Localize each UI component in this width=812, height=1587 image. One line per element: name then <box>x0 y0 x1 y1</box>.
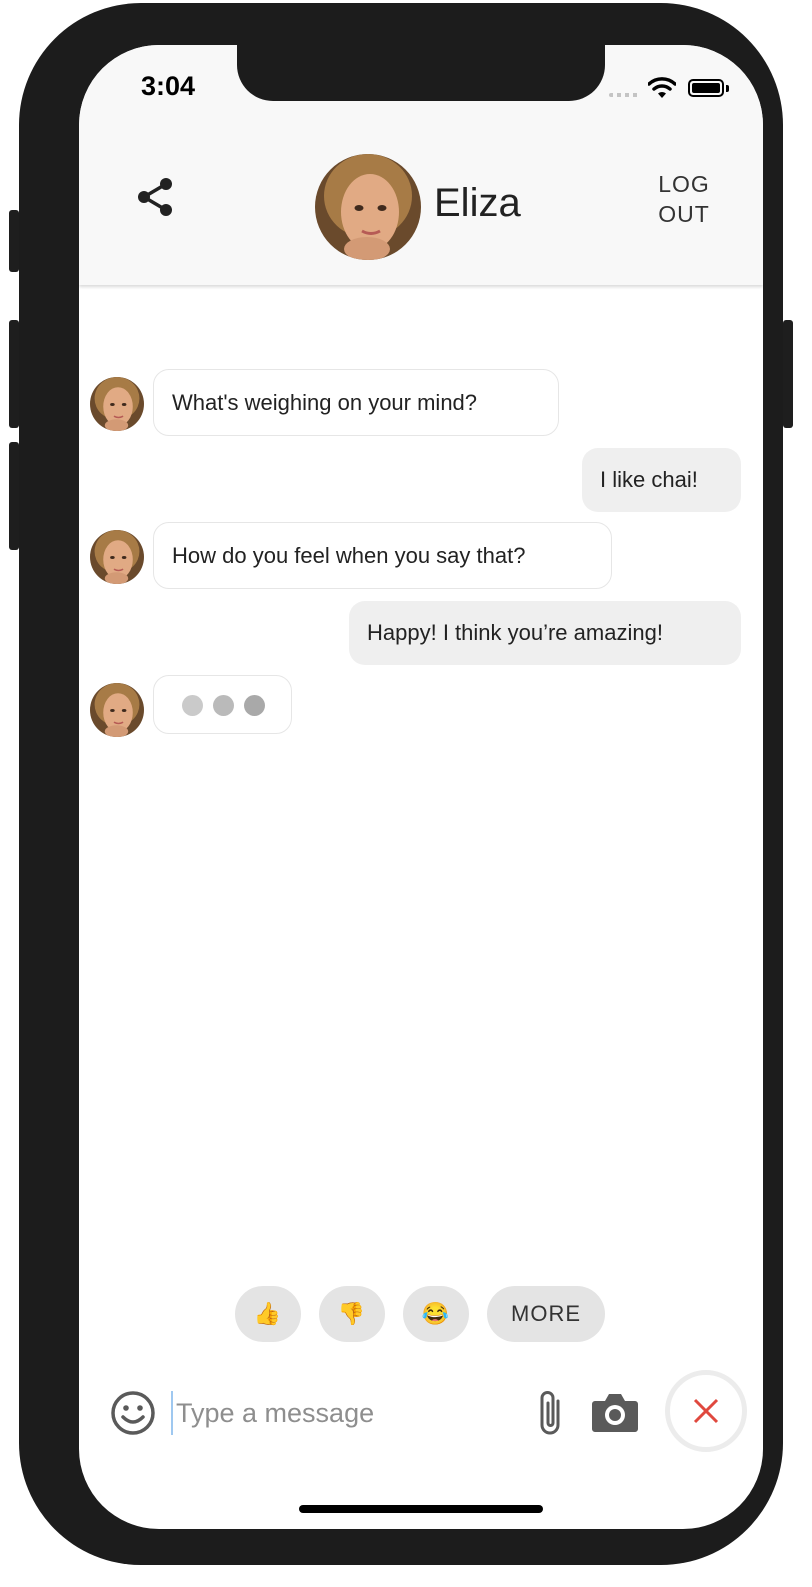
bot-avatar-small <box>90 530 144 584</box>
message-text: Happy! I think you’re amazing! <box>367 620 663 645</box>
bot-avatar-small <box>90 377 144 431</box>
bot-avatar-small <box>90 683 144 737</box>
home-indicator[interactable] <box>299 1505 543 1513</box>
thumbs-down-reply-button[interactable]: 👎 <box>319 1286 385 1342</box>
logout-label-line2: OUT <box>658 201 710 227</box>
thumbs-up-reply-button[interactable]: 👍 <box>235 1286 301 1342</box>
cell-signal-icon <box>609 93 641 97</box>
paperclip-icon[interactable] <box>530 1389 572 1439</box>
status-time: 3:04 <box>141 71 196 101</box>
more-label: MORE <box>511 1301 581 1326</box>
laughing-reply-button[interactable]: 😂 <box>403 1286 469 1342</box>
typing-dot <box>213 695 234 716</box>
silent-switch <box>9 210 19 272</box>
bot-avatar <box>315 154 421 260</box>
camera-icon[interactable] <box>591 1391 639 1433</box>
message-text: What's weighing on your mind? <box>172 389 478 415</box>
message-input[interactable] <box>171 1391 511 1435</box>
thumbs-up-icon: 👍 <box>253 1301 283 1326</box>
typing-dot <box>182 695 203 716</box>
bot-message: How do you feel when you say that? <box>153 522 612 589</box>
laughing-icon: 😂 <box>421 1301 451 1326</box>
share-icon[interactable] <box>136 177 174 217</box>
bot-name: Eliza <box>434 181 521 225</box>
message-text: I like chai! <box>600 467 698 492</box>
battery-tip <box>726 85 729 92</box>
notch <box>237 45 605 101</box>
user-message: I like chai! <box>582 448 741 512</box>
power-button <box>783 320 793 428</box>
emoji-icon[interactable] <box>110 1390 156 1436</box>
wifi-icon <box>648 77 676 98</box>
bot-message: What's weighing on your mind? <box>153 369 559 436</box>
close-chat-button[interactable] <box>665 1370 747 1452</box>
battery-icon <box>688 79 724 97</box>
phone-frame: 3:04 Eliza LOG OUT What's weighing on yo… <box>19 3 783 1565</box>
message-text: How do you feel when you say that? <box>172 542 526 568</box>
volume-down-button <box>9 442 19 550</box>
screen: 3:04 Eliza LOG OUT What's weighing on yo… <box>79 45 763 1529</box>
logout-button[interactable]: LOG OUT <box>647 169 721 229</box>
volume-up-button <box>9 320 19 428</box>
user-message: Happy! I think you’re amazing! <box>349 601 741 665</box>
typing-indicator <box>153 675 292 734</box>
more-replies-button[interactable]: MORE <box>487 1286 605 1342</box>
close-icon <box>693 1398 719 1424</box>
logout-label-line1: LOG <box>658 171 710 197</box>
thumbs-down-icon: 👎 <box>337 1301 367 1326</box>
typing-dot <box>244 695 265 716</box>
